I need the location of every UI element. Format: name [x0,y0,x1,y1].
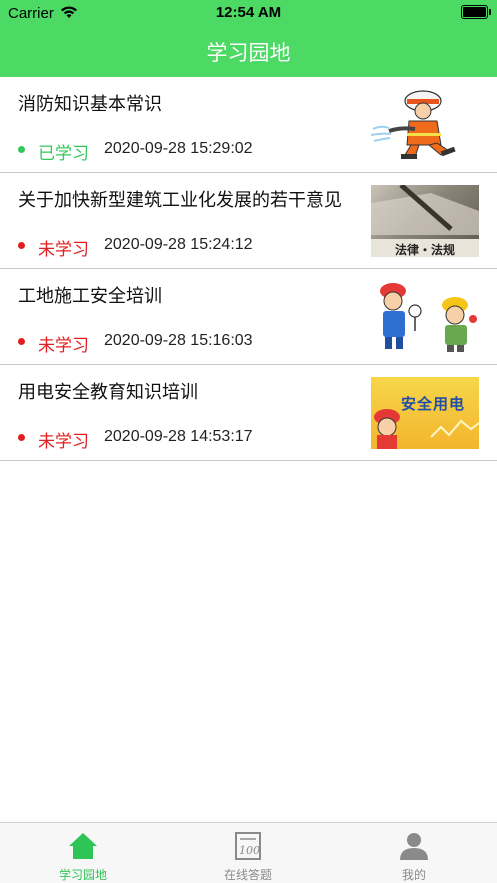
svg-text:100: 100 [239,844,260,857]
home-icon [69,833,97,859]
item-date: 2020-09-28 15:29:02 [104,140,253,157]
construction-workers-illustration [371,281,479,353]
study-list: 消防知识基本常识 已学习 2020-09-28 15:29:02 关于加快新型建… [0,77,497,461]
app-header: Carrier 12:54 AM 学习园地 [0,0,497,77]
tab-label: 学习园地 [58,868,107,882]
clock: 12:54 AM [215,4,282,21]
item-date: 2020-09-28 15:24:12 [104,236,253,253]
status-dot [18,338,25,345]
item-title: 消防知识基本常识 [18,94,162,114]
status-label: 未学习 [38,432,89,451]
tab-online-quiz[interactable]: 100 在线答题 [188,823,308,883]
law-book-image: 法律・法规 [371,185,479,257]
list-item[interactable]: 消防知识基本常识 已学习 2020-09-28 15:29:02 [0,77,497,173]
status-bar: Carrier 12:54 AM [0,0,497,26]
status-label: 已学习 [38,144,89,163]
list-item[interactable]: 用电安全教育知识培训 未学习 2020-09-28 14:53:17 安全用电 [0,365,497,461]
status-label: 未学习 [38,240,89,259]
list-item[interactable]: 工地施工安全培训 未学习 2020-09-28 15:16:03 [0,269,497,365]
thumb-caption: 安全用电 [401,396,466,413]
item-date: 2020-09-28 14:53:17 [104,428,253,445]
tab-mine[interactable]: 我的 [354,823,474,883]
tab-study[interactable]: 学习园地 [23,823,143,883]
item-date: 2020-09-28 15:16:03 [104,332,253,349]
tab-bar: 学习园地 100 在线答题 我的 [0,822,497,883]
tab-label: 在线答题 [223,868,272,882]
firefighter-illustration [371,89,479,161]
status-dot [18,242,25,249]
item-title: 工地施工安全培训 [18,286,162,306]
battery-icon [461,5,491,19]
tab-label: 我的 [401,868,426,882]
item-title: 用电安全教育知识培训 [18,382,198,402]
status-dot [18,434,25,441]
status-dot [18,146,25,153]
exam-paper-icon: 100 [235,832,261,860]
page-title: 学习园地 [206,42,291,65]
status-label: 未学习 [38,336,89,355]
person-icon [400,833,428,860]
thumb-caption: 法律・法规 [394,243,455,257]
item-title: 关于加快新型建筑工业化发展的若干意见 [18,190,342,210]
list-item[interactable]: 关于加快新型建筑工业化发展的若干意见 未学习 2020-09-28 15:24:… [0,173,497,269]
electric-safety-illustration: 安全用电 [371,377,479,449]
